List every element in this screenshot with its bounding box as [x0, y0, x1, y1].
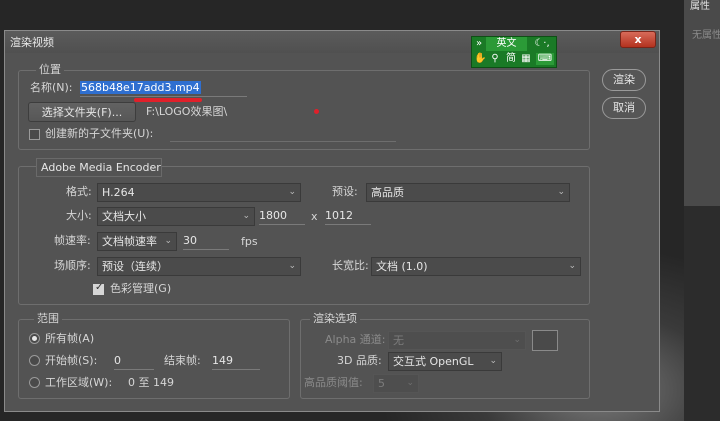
quality-3d-select[interactable]: 交互式 OpenGL ⌄ [388, 352, 502, 371]
close-button[interactable]: x [620, 31, 656, 48]
end-frame-input[interactable]: 149 [212, 353, 260, 370]
red-underline-mark [134, 98, 202, 102]
ime-search-icon[interactable]: ⚲ [489, 53, 501, 65]
alpha-channel-select[interactable]: 无 ⌄ [388, 331, 526, 350]
ime-mode-toggle[interactable]: 英文 [486, 37, 527, 51]
chevron-down-icon: ⌄ [557, 187, 565, 197]
color-management-label: 色彩管理(G) [110, 282, 172, 295]
chevron-down-icon: ⌄ [288, 261, 296, 271]
format-label: 格式: [66, 185, 92, 198]
folder-path: F:\LOGO效果图\ [146, 105, 228, 118]
render-button[interactable]: 渲染 [602, 69, 646, 91]
start-frame-radio[interactable] [29, 355, 40, 366]
size-label: 大小: [66, 209, 92, 222]
chevron-down-icon: ⌄ [149, 162, 157, 172]
red-dot-mark [314, 109, 319, 114]
field-order-select[interactable]: 预设（连续） ⌄ [97, 257, 301, 276]
start-frame-input[interactable]: 0 [114, 353, 154, 370]
all-frames-label: 所有帧(A) [45, 332, 95, 345]
encoder-select-value: Adobe Media Encoder [41, 161, 161, 174]
aspect-select-value: 文档 (1.0) [376, 260, 428, 273]
format-select[interactable]: H.264 ⌄ [97, 183, 301, 202]
create-subfolder-label: 创建新的子文件夹(U): [45, 127, 154, 140]
location-legend: 位置 [36, 62, 64, 78]
name-input-selected-text: 568b48e17add3.mp4 [80, 81, 201, 94]
ime-keyboard-icon[interactable]: ⌨ [536, 53, 554, 65]
preset-label: 预设: [332, 185, 358, 198]
field-order-select-value: 预设（连续） [102, 260, 168, 273]
all-frames-radio[interactable] [29, 333, 40, 344]
format-select-value: H.264 [102, 186, 135, 199]
work-area-label: 工作区域(W): [45, 376, 113, 389]
chevron-down-icon: ⌄ [406, 378, 414, 388]
work-area-range: 0 至 149 [128, 376, 174, 389]
subfolder-name-input[interactable] [170, 129, 396, 142]
ime-simplified-toggle[interactable]: 简 [505, 53, 517, 65]
start-frame-label: 开始帧(S): [45, 354, 98, 367]
work-area-radio[interactable] [29, 377, 40, 388]
chevron-down-icon: ⌄ [513, 335, 521, 345]
preset-select[interactable]: 高品质 ⌄ [366, 183, 570, 202]
chevron-down-icon: ⌄ [288, 187, 296, 197]
hq-threshold-label: 高品质阈值: [304, 376, 363, 389]
render-options-legend: 渲染选项 [310, 311, 360, 327]
framerate-label: 帧速率: [54, 234, 91, 247]
ime-drag-icon[interactable]: » [474, 38, 484, 50]
encoder-select[interactable]: Adobe Media Encoder ⌄ [36, 158, 162, 177]
ime-grid-icon[interactable]: ▦ [520, 53, 532, 65]
dialog-titlebar[interactable] [5, 31, 659, 53]
framerate-select-value: 文档帧速率 [102, 235, 157, 248]
cancel-button[interactable]: 取消 [602, 97, 646, 119]
choose-folder-button[interactable]: 选择文件夹(F)... [28, 102, 136, 122]
chevron-down-icon: ⌄ [242, 211, 250, 221]
name-input[interactable]: 568b48e17add3.mp4 [80, 80, 247, 97]
hq-threshold-select[interactable]: 5 ⌄ [373, 374, 419, 393]
aspect-label: 长宽比: [332, 259, 369, 272]
size-select[interactable]: 文档大小 ⌄ [97, 207, 255, 226]
aspect-select[interactable]: 文档 (1.0) ⌄ [371, 257, 581, 276]
name-label: 名称(N): [30, 81, 73, 94]
create-subfolder-checkbox[interactable] [29, 129, 40, 140]
quality-3d-label: 3D 品质: [337, 354, 382, 367]
height-input[interactable]: 1012 [325, 208, 371, 225]
field-order-label: 场顺序: [54, 259, 91, 272]
alpha-color-swatch[interactable] [532, 330, 558, 351]
alpha-channel-select-value: 无 [393, 334, 404, 347]
size-times-label: x [311, 210, 318, 223]
width-input[interactable]: 1800 [259, 208, 305, 225]
ime-hand-icon[interactable]: ✋ [474, 53, 486, 65]
framerate-select[interactable]: 文档帧速率 ⌄ [97, 232, 177, 251]
chevron-down-icon: ⌄ [489, 356, 497, 366]
fps-unit-label: fps [241, 235, 258, 248]
range-legend: 范围 [34, 311, 62, 327]
alpha-channel-label: Alpha 通道: [325, 333, 386, 346]
color-management-checkbox[interactable] [93, 282, 104, 295]
quality-3d-select-value: 交互式 OpenGL [393, 355, 474, 368]
properties-empty-text: 无属性 [692, 30, 720, 41]
fps-input[interactable]: 30 [183, 233, 229, 250]
chevron-down-icon: ⌄ [568, 261, 576, 271]
properties-tab[interactable]: 属性 [690, 0, 720, 14]
ime-moon-icon[interactable]: ☾·, [530, 38, 554, 50]
preset-select-value: 高品质 [371, 186, 404, 199]
hq-threshold-select-value: 5 [378, 377, 385, 390]
chevron-down-icon: ⌄ [164, 236, 172, 246]
dialog-title: 渲染视频 [10, 36, 54, 49]
size-select-value: 文档大小 [102, 210, 146, 223]
end-frame-label: 结束帧: [164, 354, 201, 367]
